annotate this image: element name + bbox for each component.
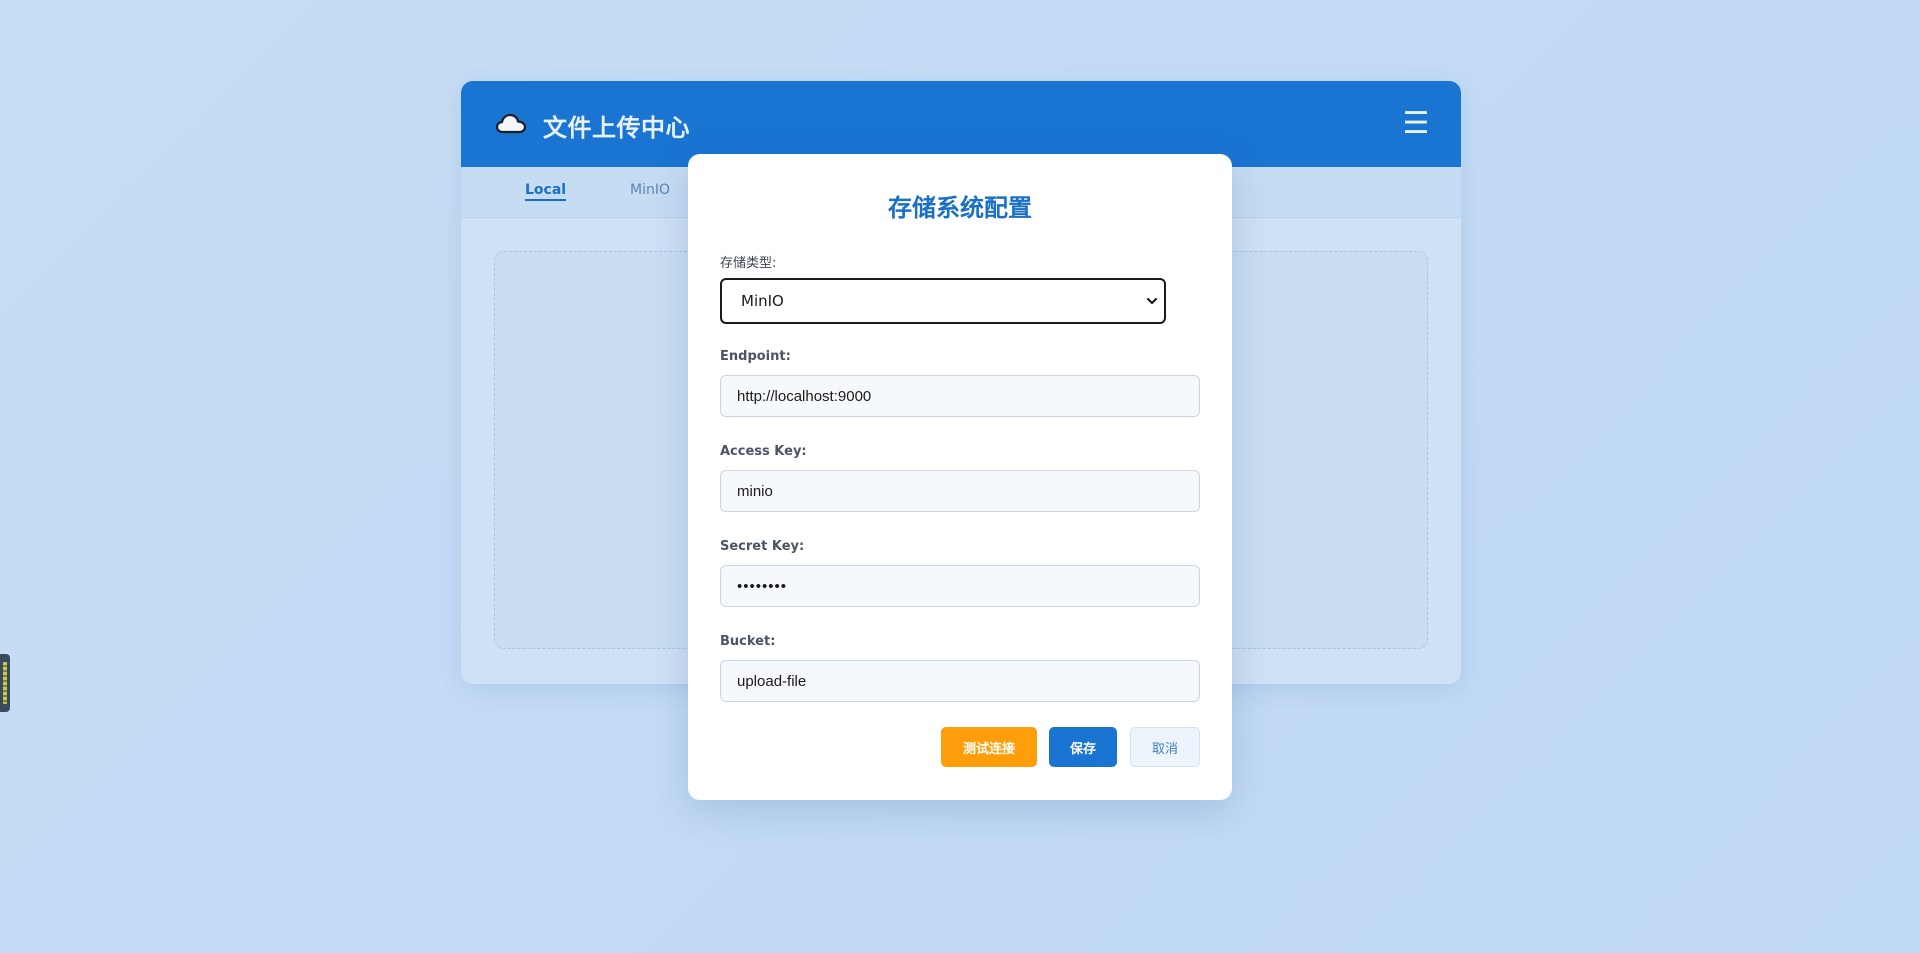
cloud-icon	[495, 113, 527, 134]
tab-minio[interactable]: MinIO	[630, 182, 670, 198]
storage-type-label: 存储类型:	[720, 256, 777, 271]
app-title: 文件上传中心	[543, 114, 690, 142]
access-key-label: Access Key:	[720, 444, 807, 459]
widget-indicator-icon	[3, 662, 7, 704]
storage-type-select[interactable]: MinIO	[720, 278, 1166, 324]
dialog-title: 存储系统配置	[888, 194, 1032, 222]
storage-type-selected-value: MinIO	[741, 292, 784, 310]
bucket-input[interactable]	[720, 660, 1200, 702]
secret-key-input[interactable]	[720, 565, 1200, 607]
menu-icon[interactable]: ☰	[1399, 107, 1433, 141]
endpoint-label: Endpoint:	[720, 349, 791, 364]
side-widget-handle[interactable]	[0, 654, 10, 712]
tab-local[interactable]: Local	[525, 182, 567, 201]
test-connection-button[interactable]: 测试连接	[941, 727, 1037, 767]
cancel-button[interactable]: 取消	[1130, 727, 1200, 767]
save-button[interactable]: 保存	[1049, 727, 1117, 767]
endpoint-input[interactable]	[720, 375, 1200, 417]
secret-key-label: Secret Key:	[720, 539, 805, 554]
storage-config-dialog: 存储系统配置 存储类型: MinIO Endpoint: Access Key:…	[688, 154, 1232, 800]
bucket-label: Bucket:	[720, 634, 776, 649]
chevron-down-icon	[1147, 298, 1157, 304]
access-key-input[interactable]	[720, 470, 1200, 512]
